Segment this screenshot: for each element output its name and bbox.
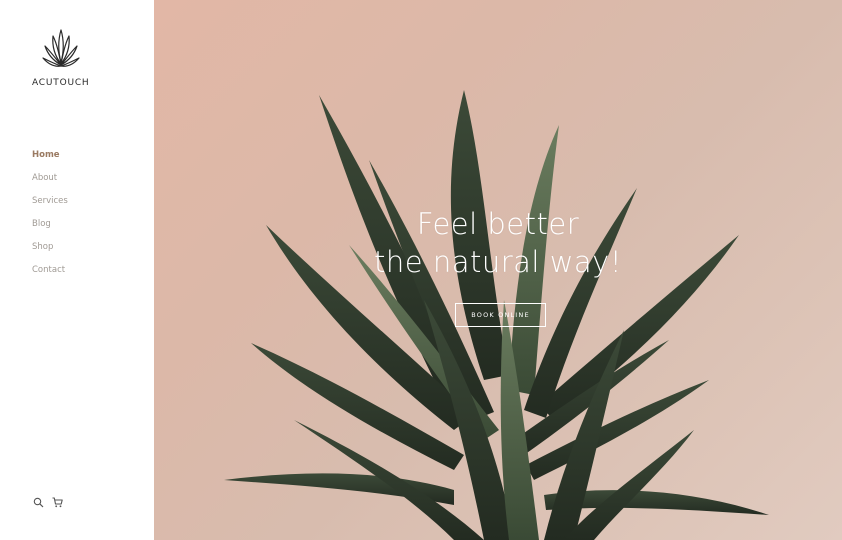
book-online-button[interactable]: BOOK ONLINE bbox=[455, 303, 546, 327]
page: ACUTOUCH Home About Services Blog Shop C… bbox=[0, 0, 842, 540]
main-nav: Home About Services Blog Shop Contact bbox=[32, 150, 68, 288]
brand-name: ACUTOUCH bbox=[32, 78, 90, 88]
nav-item-services[interactable]: Services bbox=[32, 196, 68, 219]
hero-headline-line-1: Feel better bbox=[416, 207, 580, 241]
nav-item-shop[interactable]: Shop bbox=[32, 242, 68, 265]
hero-banner: Feel better the natural way! BOOK ONLINE bbox=[154, 0, 842, 540]
sidebar: ACUTOUCH Home About Services Blog Shop C… bbox=[0, 0, 154, 540]
lotus-icon bbox=[42, 29, 80, 67]
search-icon[interactable] bbox=[33, 493, 44, 508]
sidebar-utility-icons bbox=[33, 493, 63, 508]
nav-item-blog[interactable]: Blog bbox=[32, 219, 68, 242]
hero-headline: Feel better the natural way! bbox=[154, 205, 842, 281]
nav-item-home[interactable]: Home bbox=[32, 150, 68, 173]
nav-item-about[interactable]: About bbox=[32, 173, 68, 196]
cart-icon[interactable] bbox=[52, 493, 63, 508]
nav-item-contact[interactable]: Contact bbox=[32, 265, 68, 288]
brand-logo[interactable]: ACUTOUCH bbox=[32, 28, 94, 88]
hero-headline-line-2: the natural way! bbox=[374, 245, 622, 279]
